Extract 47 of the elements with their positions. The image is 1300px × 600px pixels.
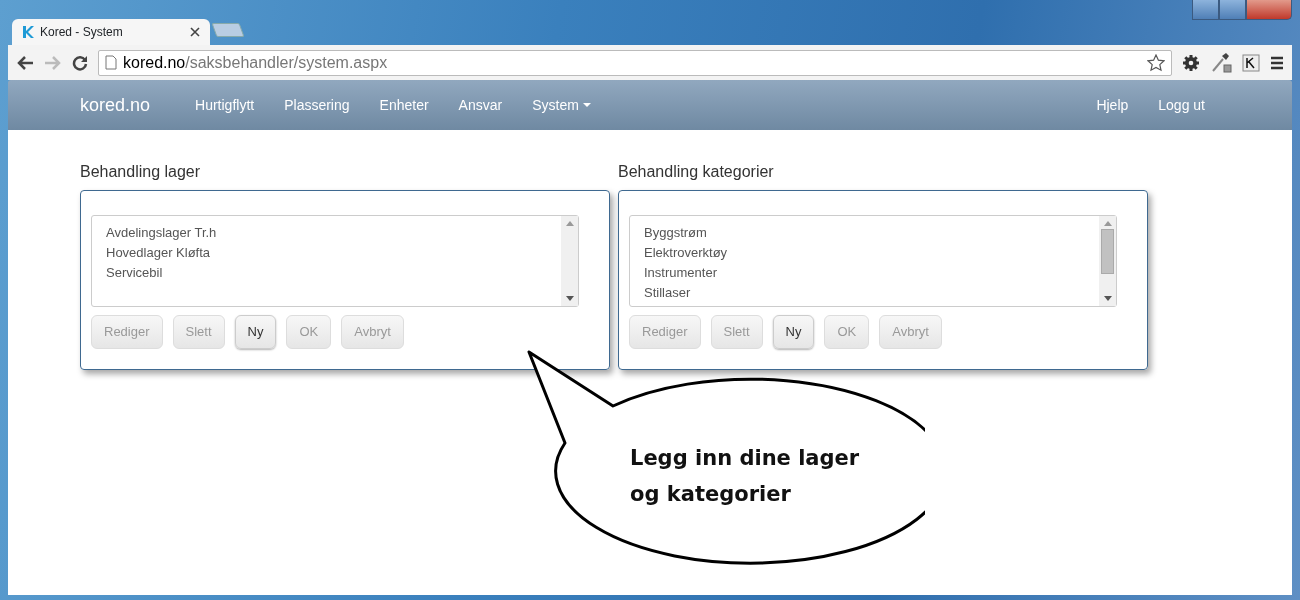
close-icon[interactable] [190, 27, 200, 37]
eyedropper-icon[interactable] [1210, 51, 1232, 74]
action-button[interactable]: Ny [772, 315, 815, 349]
maximize-button[interactable] [1219, 0, 1246, 20]
list-item[interactable]: Instrumenter [644, 263, 1085, 283]
scroll-down-icon [1103, 296, 1112, 301]
brand-link[interactable]: kored.no [80, 91, 151, 119]
nav-link[interactable]: Logg ut [1143, 94, 1220, 116]
scrollbar[interactable] [561, 216, 578, 306]
minimize-button[interactable] [1192, 0, 1219, 20]
action-button[interactable]: Ny [234, 315, 277, 349]
scroll-down-icon [565, 296, 574, 301]
reload-icon[interactable] [72, 54, 88, 71]
page-icon [105, 55, 117, 70]
caret-icon [582, 102, 591, 108]
nav-link[interactable]: Hurtigflytt [180, 94, 270, 116]
scrollbar[interactable] [1099, 216, 1116, 306]
list-item[interactable]: Hovedlager Kløfta [106, 243, 547, 263]
close-button[interactable] [1246, 0, 1292, 20]
list-box[interactable]: Byggstrøm Elektroverktøy Instrumenter Stillaser [629, 215, 1117, 307]
star-icon[interactable] [1147, 53, 1165, 72]
list-box[interactable]: Avdelingslager Tr.h Hovedlager Kløfta Servicebil [91, 215, 579, 307]
list-item[interactable]: Elektroverktøy [644, 243, 1085, 263]
address-text: kored.no/saksbehandler/system.aspx [123, 52, 388, 73]
nav-link[interactable]: Enheter [364, 94, 444, 116]
panel-title: Behandling lager [80, 162, 202, 182]
scroll-up-icon [565, 221, 574, 226]
panel-title: Behandling kategorier [618, 162, 775, 182]
scroll-up-icon [1103, 221, 1112, 226]
settings-icon[interactable] [1182, 53, 1200, 72]
list-item[interactable]: Avdelingslager Tr.h [106, 223, 547, 243]
scrollbar-thumb[interactable] [1101, 229, 1114, 274]
back-icon[interactable] [16, 54, 34, 71]
menu-icon[interactable] [1270, 55, 1284, 70]
callout-text: Legg inn dine lager og kategorier [630, 445, 861, 508]
list-item[interactable]: Stillaser [644, 283, 1085, 303]
extension-k-icon[interactable] [1242, 53, 1260, 72]
list-item[interactable]: Byggstrøm [644, 223, 1085, 243]
address-bar[interactable]: kored.no/saksbehandler/system.aspx [98, 49, 1172, 76]
tab-logo-icon [22, 25, 34, 39]
nav-link[interactable]: Plassering [269, 94, 365, 116]
browser-tab[interactable]: Kored - System [12, 19, 210, 45]
nav-link[interactable]: Ansvar [443, 94, 518, 116]
nav-link[interactable]: Hjelp [1081, 94, 1144, 116]
nav-dropdown[interactable]: System [517, 94, 606, 116]
tab-title: Kored - System [40, 24, 124, 41]
list-item[interactable]: Servicebil [106, 263, 547, 283]
